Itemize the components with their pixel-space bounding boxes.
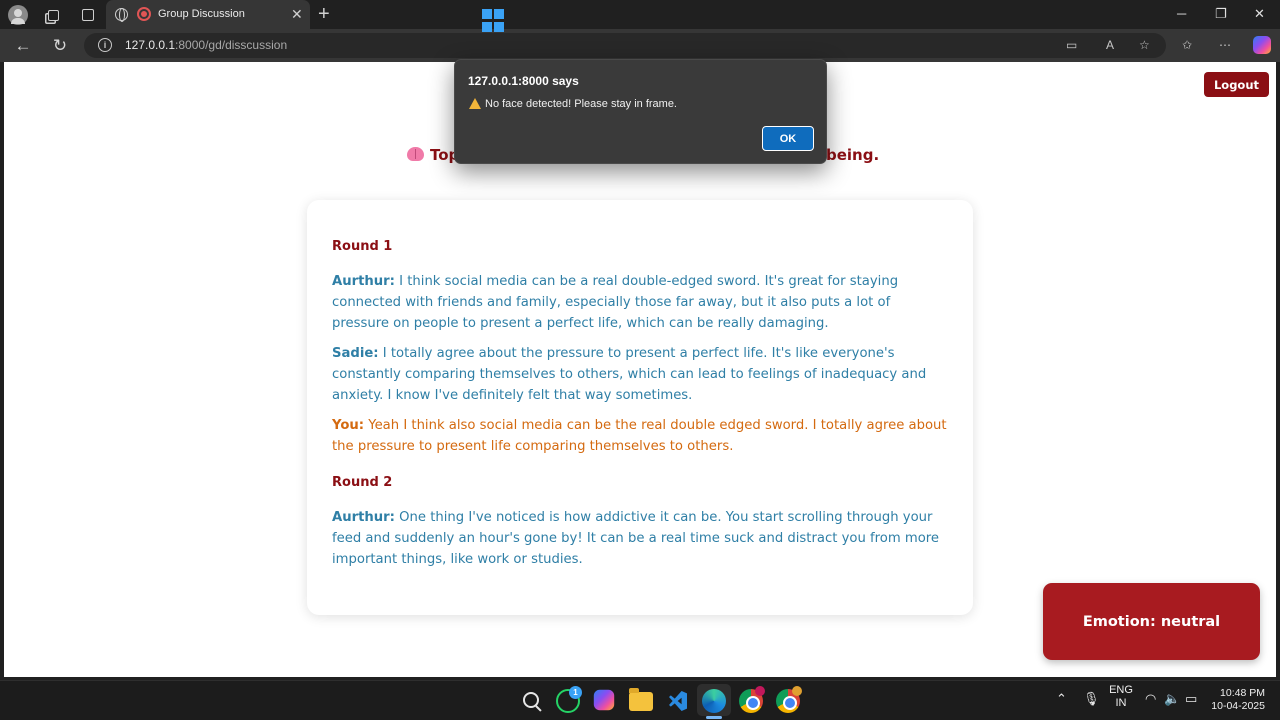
message-text: One thing I've noticed is how addictive …	[332, 510, 940, 567]
wifi-icon[interactable]: ◠	[1145, 691, 1156, 707]
more-menu-icon[interactable]: ⋯	[1219, 37, 1231, 53]
message-text: I think social media can be a real doubl…	[332, 274, 899, 331]
copilot-app-icon[interactable]	[593, 689, 615, 711]
workspaces-icon[interactable]	[43, 5, 63, 25]
tab-group-discussion[interactable]: Group Discussion ✕	[106, 0, 310, 29]
round-label: Round 1	[332, 239, 393, 254]
clock[interactable]: 10:48 PM 10-04-2025	[1209, 687, 1265, 713]
minimize-icon[interactable]: ─	[1177, 6, 1186, 22]
site-info-icon[interactable]: i	[98, 38, 112, 52]
dialog-title: 127.0.0.1:8000 says	[468, 74, 579, 88]
speaker-name: You:	[332, 418, 365, 433]
new-tab-icon[interactable]: +	[318, 3, 330, 25]
close-tab-icon[interactable]: ✕	[291, 6, 303, 22]
topic-heading: Top	[407, 146, 459, 164]
round-label: Round 2	[332, 475, 393, 490]
speaker-name: Aurthur:	[332, 510, 395, 525]
copilot-icon[interactable]	[1253, 36, 1271, 54]
show-hidden-icons-icon[interactable]: ⌃	[1056, 691, 1067, 707]
language-indicator[interactable]: ENG IN	[1108, 684, 1134, 710]
microphone-icon[interactable]: 🎙	[1083, 691, 1100, 707]
favorites-icon[interactable]: ✩	[1182, 37, 1192, 53]
vscode-icon[interactable]	[665, 689, 689, 713]
emotion-indicator: Emotion: neutral	[1043, 583, 1260, 660]
refresh-icon[interactable]: ↻	[49, 35, 71, 57]
message: Aurthur: I think social media can be a r…	[332, 271, 949, 334]
speaker-name: Sadie:	[332, 346, 379, 361]
notification-badge: 1	[569, 686, 582, 699]
maximize-icon[interactable]: ❐	[1215, 6, 1227, 22]
profile-badge-icon	[755, 686, 765, 696]
lang-code: ENG	[1109, 684, 1133, 696]
volume-icon[interactable]: 🔈	[1164, 691, 1180, 707]
region-code: IN	[1115, 697, 1127, 709]
edge-icon[interactable]	[702, 689, 726, 713]
profile-badge-icon	[792, 686, 802, 696]
profile-icon[interactable]	[8, 5, 28, 25]
tab-actions-icon[interactable]	[78, 5, 98, 25]
search-icon[interactable]	[520, 689, 544, 713]
windows-start-icon[interactable]	[482, 9, 506, 33]
discussion-card: Round 1 Aurthur: I think social media ca…	[307, 200, 973, 615]
warning-icon	[469, 98, 481, 109]
message-you: You: Yeah I think also social media can …	[332, 415, 949, 457]
topic-heading-end: being.	[826, 146, 880, 164]
globe-icon	[115, 8, 128, 22]
message: Aurthur: One thing I've noticed is how a…	[332, 507, 949, 570]
alert-dialog: 127.0.0.1:8000 says No face detected! Pl…	[454, 59, 827, 164]
browser-title-bar: Group Discussion ✕ + ─ ❐ ✕	[0, 0, 1280, 29]
camera-icon[interactable]: ▭	[1066, 37, 1077, 53]
file-explorer-icon[interactable]	[629, 688, 653, 711]
message-text: Yeah I think also social media can be th…	[332, 418, 947, 454]
url-text[interactable]: 127.0.0.1:8000/gd/disscussion	[125, 38, 287, 52]
speaker-name: Aurthur:	[332, 274, 395, 289]
read-aloud-icon[interactable]: A	[1106, 37, 1114, 53]
back-icon[interactable]: ←	[12, 35, 34, 57]
date: 10-04-2025	[1211, 700, 1265, 712]
message: Sadie: I totally agree about the pressur…	[332, 343, 949, 406]
battery-icon[interactable]: ▭	[1185, 691, 1197, 707]
ok-button[interactable]: OK	[762, 126, 814, 151]
recording-icon	[137, 7, 151, 21]
brain-icon	[407, 147, 424, 161]
tab-title: Group Discussion	[158, 8, 245, 20]
favorite-star-icon[interactable]: ☆	[1139, 37, 1150, 53]
close-window-icon[interactable]: ✕	[1254, 6, 1265, 22]
url-host: 127.0.0.1	[125, 38, 176, 52]
message-text: I totally agree about the pressure to pr…	[332, 346, 927, 403]
logout-button[interactable]: Logout	[1204, 72, 1269, 97]
active-app-indicator	[706, 716, 722, 719]
url-path: :8000/gd/disscussion	[175, 38, 288, 52]
dialog-message: No face detected! Please stay in frame.	[485, 98, 677, 110]
time: 10:48 PM	[1220, 687, 1265, 699]
